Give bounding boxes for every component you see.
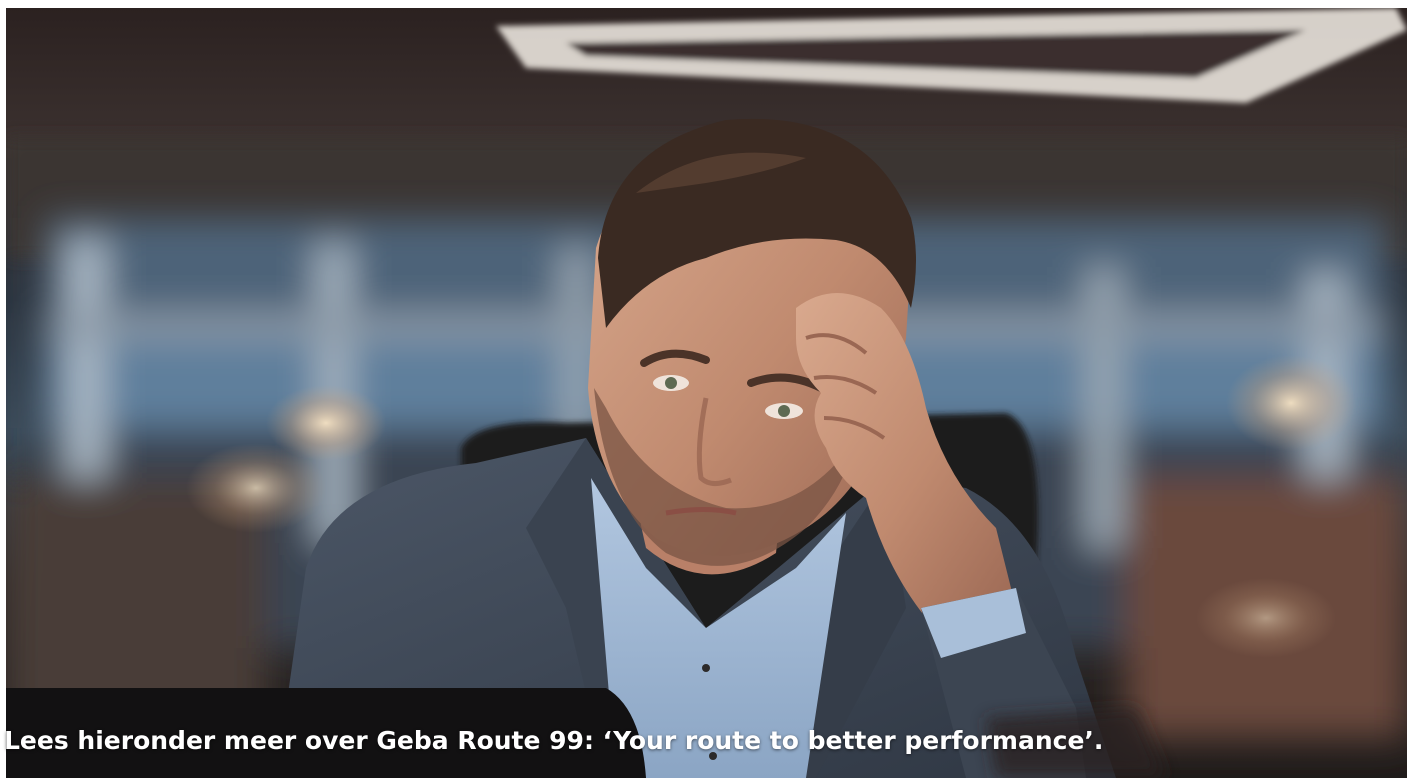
hero-banner: Lees hieronder meer over Geba Route 99: … [0, 0, 1413, 783]
hero-caption: Lees hieronder meer over Geba Route 99: … [4, 726, 1104, 755]
stressed-businessman-image [6, 8, 1407, 778]
hero-photo [6, 8, 1407, 778]
